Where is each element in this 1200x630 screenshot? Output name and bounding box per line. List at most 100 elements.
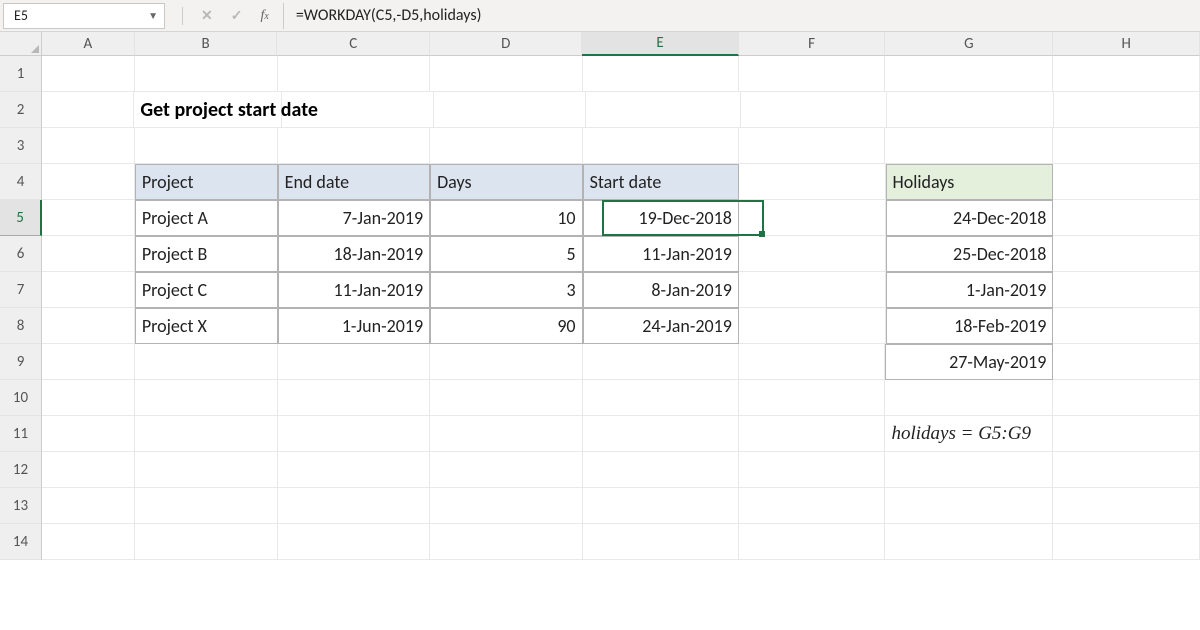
row-header-9[interactable]: 9 (0, 344, 42, 380)
formula-input[interactable]: =WORKDAY(C5,-D5,holidays) (283, 3, 1200, 29)
cell-F3[interactable] (739, 128, 886, 164)
cell-E1[interactable] (583, 56, 739, 92)
cell-D4[interactable]: Days (430, 164, 582, 200)
cell-E7[interactable]: 8-Jan-2019 (583, 272, 739, 308)
cell-E6[interactable]: 11-Jan-2019 (583, 236, 739, 272)
cell-C11[interactable] (278, 416, 430, 452)
cell-G13[interactable] (885, 488, 1053, 524)
cell-C14[interactable] (278, 524, 430, 560)
row-header-10[interactable]: 10 (0, 380, 42, 416)
cell-G8[interactable]: 18-Feb-2019 (886, 308, 1054, 344)
cell-H5[interactable] (1053, 200, 1200, 236)
col-header-G[interactable]: G (885, 32, 1053, 56)
cell-B12[interactable] (135, 452, 278, 488)
cell-H7[interactable] (1053, 272, 1200, 308)
cell-C4[interactable]: End date (278, 164, 430, 200)
cell-D12[interactable] (430, 452, 582, 488)
col-header-F[interactable]: F (739, 32, 886, 56)
row-header-2[interactable]: 2 (0, 92, 42, 128)
cell-G12[interactable] (885, 452, 1053, 488)
cell-B13[interactable] (135, 488, 278, 524)
cell-F5[interactable] (739, 200, 886, 236)
row-header-6[interactable]: 6 (0, 236, 42, 272)
cell-G11[interactable]: holidays = G5:G9 (885, 416, 1053, 452)
row-header-12[interactable]: 12 (0, 452, 42, 488)
row-header-3[interactable]: 3 (0, 128, 42, 164)
cell-H2[interactable] (1054, 92, 1200, 128)
cell-G10[interactable] (885, 380, 1053, 416)
cell-D13[interactable] (430, 488, 582, 524)
dropdown-icon[interactable]: ▼ (148, 9, 158, 22)
cell-B8[interactable]: Project X (135, 308, 278, 344)
cell-C8[interactable]: 1-Jun-2019 (278, 308, 430, 344)
row-header-4[interactable]: 4 (0, 164, 42, 200)
cell-F1[interactable] (739, 56, 886, 92)
cell-C6[interactable]: 18-Jan-2019 (278, 236, 430, 272)
cell-B9[interactable] (135, 344, 278, 380)
cell-D3[interactable] (430, 128, 582, 164)
cell-D5[interactable]: 10 (430, 200, 582, 236)
cell-F13[interactable] (739, 488, 886, 524)
cell-H6[interactable] (1053, 236, 1200, 272)
cell-H11[interactable] (1053, 416, 1200, 452)
cell-B4[interactable]: Project (135, 164, 278, 200)
cell-E12[interactable] (583, 452, 739, 488)
cell-B11[interactable] (135, 416, 278, 452)
col-header-D[interactable]: D (430, 32, 582, 56)
cell-G2[interactable] (887, 92, 1054, 128)
cell-B14[interactable] (135, 524, 278, 560)
cell-H10[interactable] (1053, 380, 1200, 416)
cell-F12[interactable] (739, 452, 886, 488)
cell-C3[interactable] (278, 128, 430, 164)
row-header-13[interactable]: 13 (0, 488, 42, 524)
fx-icon[interactable]: fx (260, 8, 268, 24)
cell-A10[interactable] (42, 380, 135, 416)
cell-A8[interactable] (42, 308, 135, 344)
enter-icon[interactable]: ✓ (231, 7, 243, 24)
cell-C5[interactable]: 7-Jan-2019 (278, 200, 430, 236)
cell-E5[interactable]: 19-Dec-2018 (583, 200, 739, 236)
cell-G4[interactable]: Holidays (886, 164, 1054, 200)
col-header-E[interactable]: E (582, 32, 738, 56)
cell-E8[interactable]: 24-Jan-2019 (583, 308, 739, 344)
cell-A4[interactable] (42, 164, 135, 200)
cell-E9[interactable] (583, 344, 739, 380)
cell-H4[interactable] (1053, 164, 1200, 200)
cell-C1[interactable] (278, 56, 430, 92)
row-header-14[interactable]: 14 (0, 524, 42, 560)
cell-D14[interactable] (430, 524, 582, 560)
row-header-11[interactable]: 11 (0, 416, 42, 452)
row-header-7[interactable]: 7 (0, 272, 42, 308)
cell-A3[interactable] (42, 128, 135, 164)
col-header-B[interactable]: B (135, 32, 278, 56)
spreadsheet-grid[interactable]: A B C D E F G H 1 2 3 4 5 6 7 8 9 10 11 … (0, 32, 1200, 560)
col-header-H[interactable]: H (1053, 32, 1200, 56)
name-box[interactable]: E5 ▼ (3, 3, 165, 29)
cell-F11[interactable] (739, 416, 886, 452)
cell-G7[interactable]: 1-Jan-2019 (886, 272, 1054, 308)
cell-E2[interactable] (586, 92, 741, 128)
cell-A7[interactable] (42, 272, 135, 308)
cell-E10[interactable] (583, 380, 739, 416)
cell-C13[interactable] (278, 488, 430, 524)
cell-D10[interactable] (430, 380, 582, 416)
cell-A6[interactable] (42, 236, 135, 272)
cell-E3[interactable] (583, 128, 739, 164)
cell-D7[interactable]: 3 (430, 272, 582, 308)
cell-F9[interactable] (739, 344, 886, 380)
cell-E11[interactable] (583, 416, 739, 452)
row-header-8[interactable]: 8 (0, 308, 42, 344)
cell-H1[interactable] (1053, 56, 1200, 92)
cell-E4[interactable]: Start date (583, 164, 739, 200)
cell-F6[interactable] (739, 236, 886, 272)
row-header-5[interactable]: 5 (0, 200, 42, 236)
cell-A13[interactable] (42, 488, 135, 524)
cell-A11[interactable] (42, 416, 135, 452)
col-header-C[interactable]: C (277, 32, 429, 56)
cell-B5[interactable]: Project A (135, 200, 278, 236)
cell-H12[interactable] (1053, 452, 1200, 488)
cell-A14[interactable] (42, 524, 135, 560)
select-all-corner[interactable] (0, 32, 42, 56)
col-header-A[interactable]: A (42, 32, 135, 56)
cell-B1[interactable] (135, 56, 278, 92)
